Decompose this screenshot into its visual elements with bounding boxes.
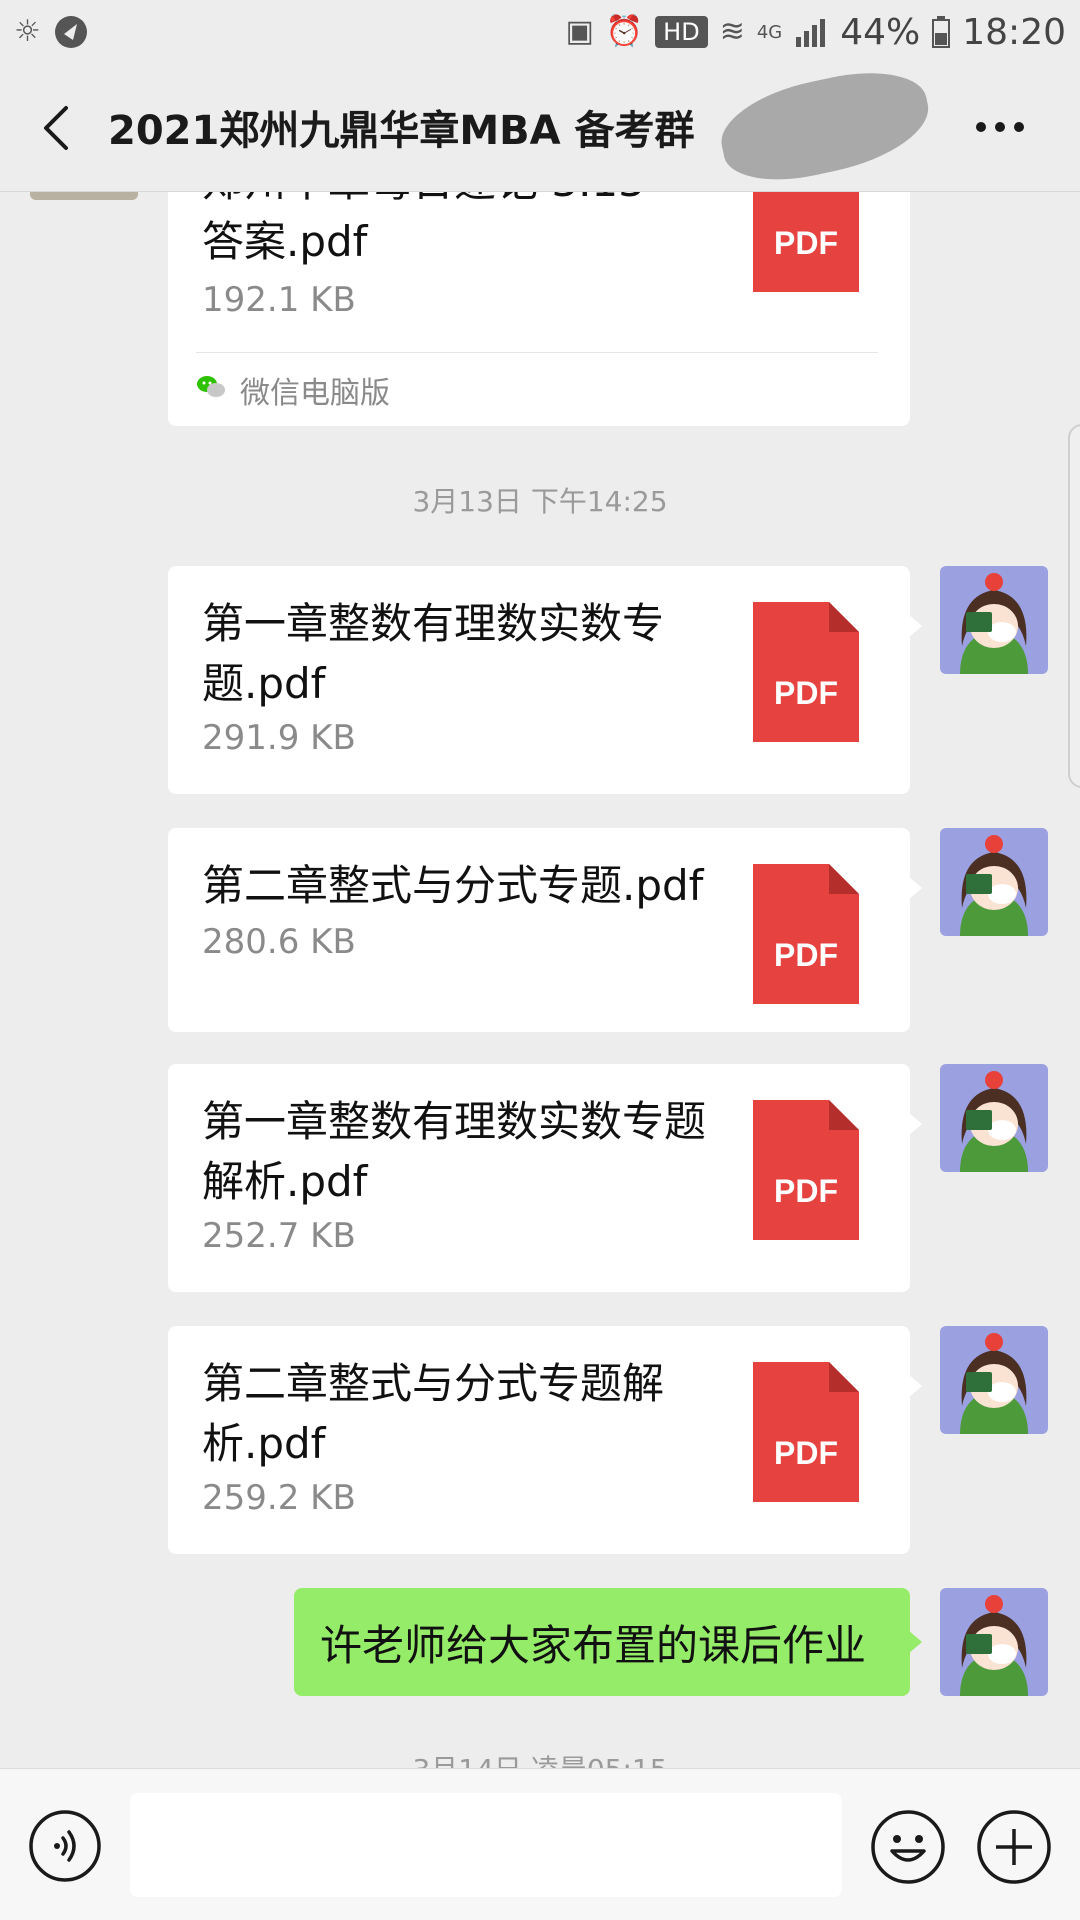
- card-divider: [196, 352, 878, 353]
- pdf-file-icon: PDF: [753, 1362, 859, 1502]
- chat-area[interactable]: 郑州华章每日速记 3.13 - 答案.pdf 192.1 KB PDF 微信电脑…: [0, 192, 1080, 1768]
- back-arrow-icon[interactable]: [36, 104, 80, 152]
- file-name: 第一章整数有理数实数专题.pdf: [202, 599, 665, 708]
- file-name: 第二章整式与分式专题解析.pdf: [202, 1359, 665, 1468]
- voice-input-icon[interactable]: [28, 1809, 102, 1883]
- user-avatar[interactable]: [940, 828, 1048, 936]
- pdf-label: PDF: [774, 225, 838, 261]
- file-name: 郑州华章每日速记 3.13 - 答案.pdf: [202, 192, 673, 266]
- sender-avatar-partial: [30, 192, 138, 200]
- text-message-bubble[interactable]: 许老师给大家布置的课后作业: [294, 1588, 910, 1696]
- user-avatar[interactable]: [940, 566, 1048, 674]
- alarm-icon: ⏰: [605, 14, 644, 49]
- network-type: 4G: [756, 21, 783, 43]
- file-name: 第二章整式与分式专题.pdf: [202, 861, 704, 910]
- bubble-tail: [908, 1112, 922, 1136]
- pdf-label: PDF: [774, 1435, 838, 1471]
- file-message-card[interactable]: 第二章整式与分式专题.pdf 280.6 KB PDF: [168, 828, 910, 1032]
- bubble-tail: [908, 876, 922, 900]
- timestamp: 3月14日 凌晨05:15: [0, 1748, 1080, 1768]
- status-left: ☼: [14, 14, 89, 50]
- file-size: 252.7 KB: [202, 1216, 356, 1256]
- pdf-file-icon: PDF: [753, 1100, 859, 1240]
- pdf-file-icon: PDF: [753, 602, 859, 742]
- file-message-card[interactable]: 第一章整数有理数实数专题.pdf 291.9 KB PDF: [168, 566, 910, 794]
- redaction-mark: [712, 59, 938, 193]
- battery-percent: 44%: [840, 11, 921, 53]
- bubble-tail: [908, 1374, 922, 1398]
- pdf-label: PDF: [774, 1173, 838, 1209]
- pdf-label: PDF: [774, 937, 838, 973]
- file-size: 280.6 KB: [202, 922, 356, 962]
- pdf-label: PDF: [774, 675, 838, 711]
- chat-header: 2021郑州九鼎华章MBA 备考群: [0, 59, 1080, 193]
- file-size: 192.1 KB: [202, 280, 356, 320]
- scroll-indicator[interactable]: [1068, 424, 1080, 788]
- pdf-file-icon: PDF: [753, 864, 859, 1004]
- plus-icon[interactable]: [976, 1809, 1052, 1885]
- weather-icon: ☼: [14, 14, 41, 49]
- more-options-icon[interactable]: [976, 122, 1024, 132]
- file-message-card[interactable]: 第一章整数有理数实数专题解析.pdf 252.7 KB PDF: [168, 1064, 910, 1292]
- file-size: 259.2 KB: [202, 1478, 356, 1518]
- source-label: 微信电脑版: [240, 376, 390, 411]
- emoji-icon[interactable]: [870, 1809, 946, 1885]
- user-avatar[interactable]: [940, 1588, 1048, 1696]
- bubble-tail: [908, 1630, 922, 1654]
- file-name: 第一章整数有理数实数专题解析.pdf: [202, 1097, 707, 1206]
- status-bar: ☼ ▣ ⏰ HD ≋ 4G 44% 18:20: [0, 0, 1080, 64]
- timestamp: 3月13日 下午14:25: [412, 485, 668, 518]
- app-notification-icon: [54, 16, 87, 48]
- clock: 18:20: [962, 11, 1066, 53]
- hd-badge: HD: [655, 16, 708, 48]
- battery-icon: [932, 16, 951, 48]
- pdf-file-icon: PDF: [753, 192, 859, 292]
- input-bar: [0, 1768, 1080, 1920]
- wifi-icon: ≋: [719, 14, 745, 49]
- chat-title: 2021郑州九鼎华章MBA 备考群: [108, 108, 695, 154]
- file-message-card[interactable]: 郑州华章每日速记 3.13 - 答案.pdf 192.1 KB PDF 微信电脑…: [168, 192, 910, 426]
- wechat-logo-icon: [197, 376, 225, 397]
- message-input[interactable]: [130, 1793, 842, 1897]
- user-avatar[interactable]: [940, 1064, 1048, 1172]
- vibrate-icon: ▣: [565, 14, 594, 49]
- signal-icon: [796, 19, 826, 47]
- file-size: 291.9 KB: [202, 718, 356, 758]
- status-right: ▣ ⏰ HD ≋ 4G 44% 18:20: [565, 12, 1066, 53]
- bubble-tail: [908, 614, 922, 638]
- file-message-card[interactable]: 第二章整式与分式专题解析.pdf 259.2 KB PDF: [168, 1326, 910, 1554]
- user-avatar[interactable]: [940, 1326, 1048, 1434]
